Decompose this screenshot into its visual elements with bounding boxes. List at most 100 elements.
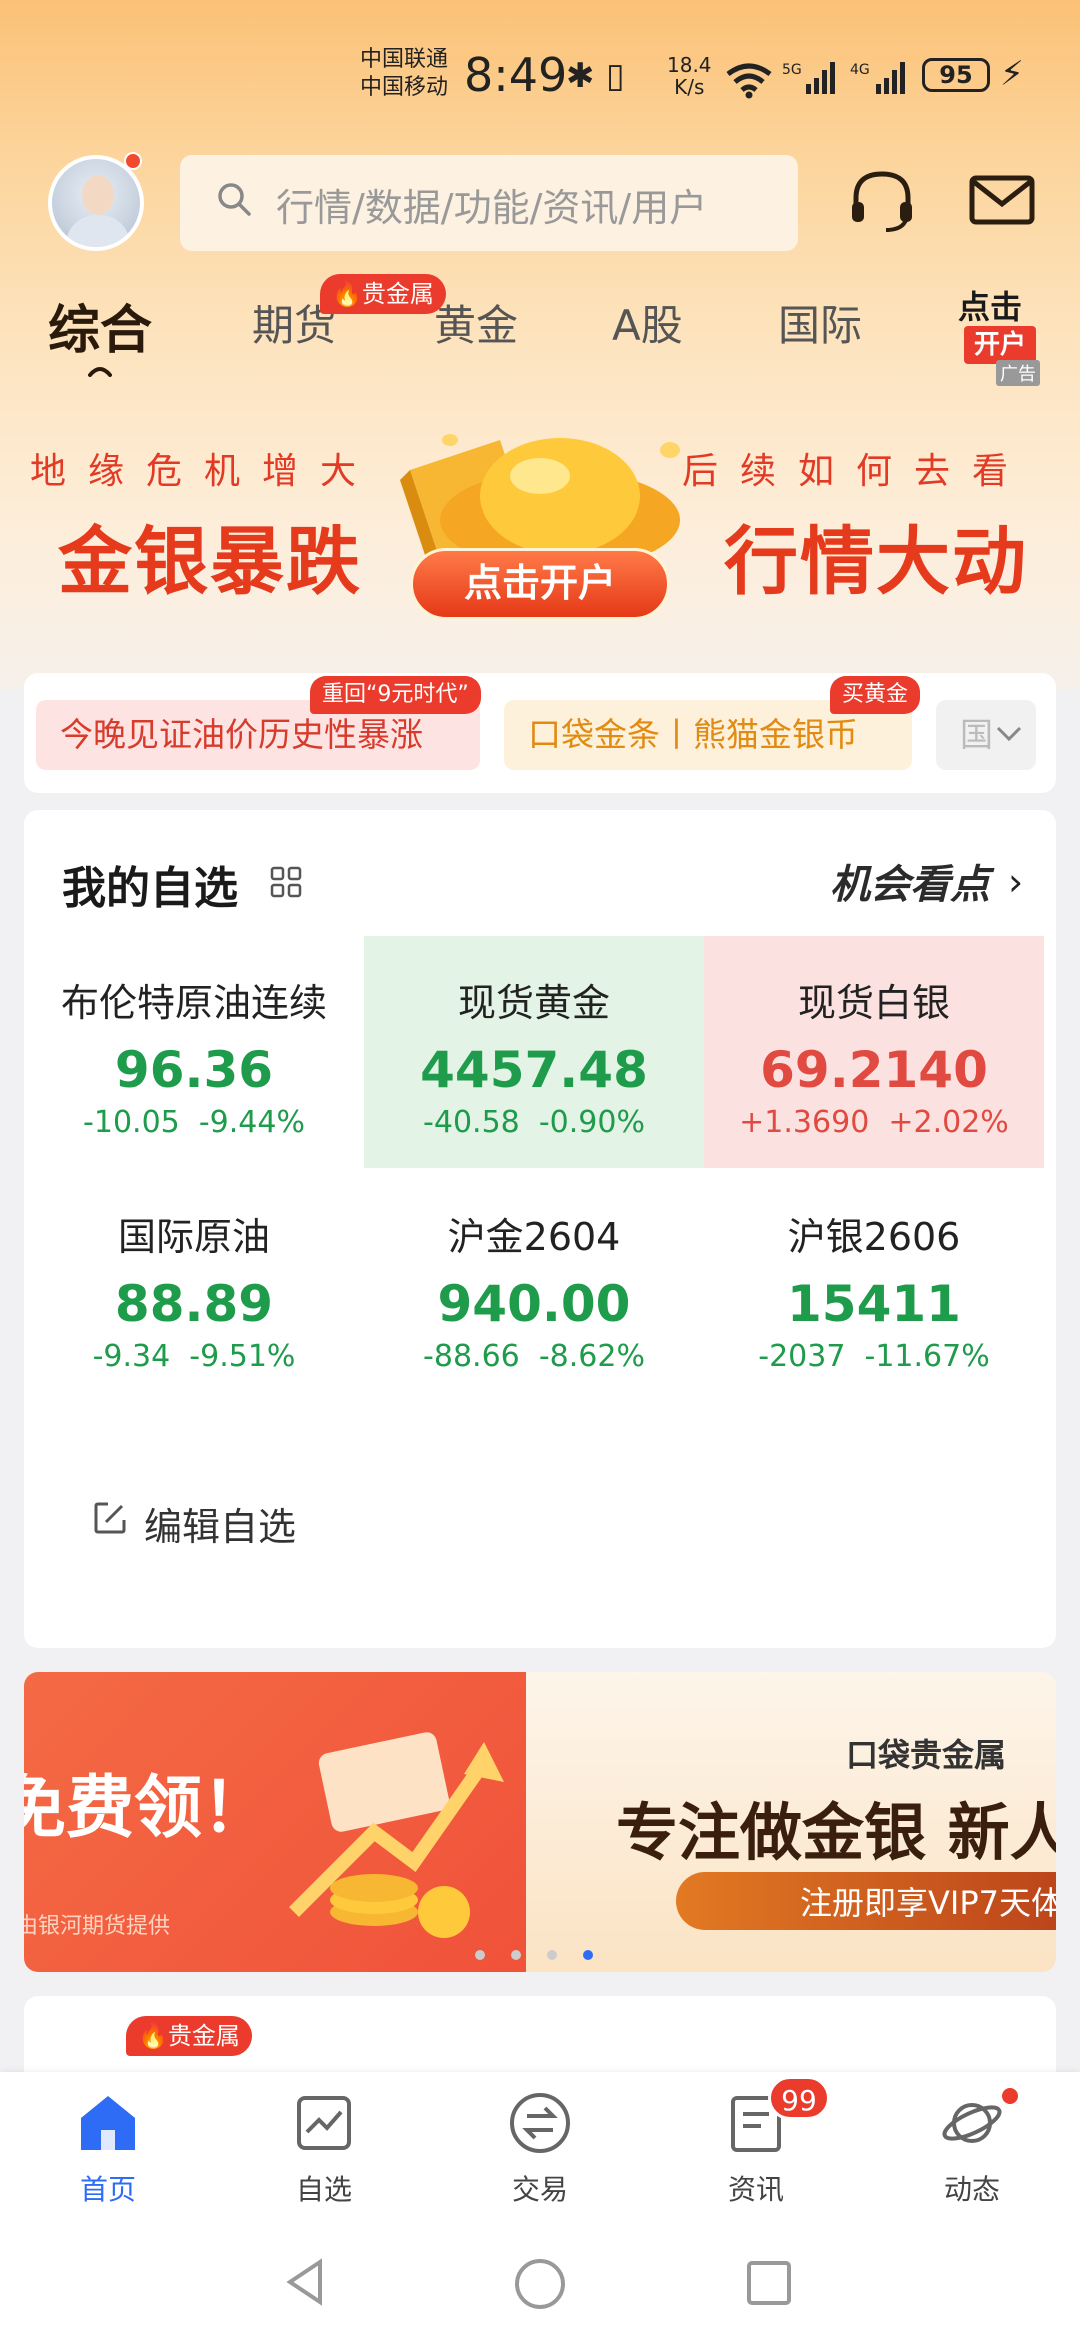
grid-view-icon[interactable]	[270, 866, 302, 898]
nav-trade[interactable]: 交易	[470, 2088, 610, 2208]
quote-change-abs: -10.05	[83, 1105, 180, 1140]
carrier-labels: 中国联通 中国移动	[360, 46, 448, 102]
quote-price: 940.00	[437, 1275, 631, 1333]
quote-change: -9.34 -9.51%	[24, 1339, 364, 1374]
quote-change-abs: +1.3690	[739, 1105, 870, 1140]
charging-icon: ⚡	[1000, 54, 1024, 94]
tab-futures-badge-text: 贵金属	[361, 280, 434, 308]
banner-left-main: 金银暴跌	[58, 519, 362, 605]
quote-change-abs: -40.58	[423, 1105, 520, 1140]
quote-sh-gold[interactable]: 沪金2604 940.00 -88.66 -8.62%	[364, 1170, 704, 1402]
promo-badge-gold: 买黄金	[830, 676, 921, 714]
recent-apps-icon[interactable]	[744, 2258, 794, 2308]
search-bar[interactable]: 行情/数据/功能/资讯/用户	[180, 155, 798, 251]
back-icon[interactable]	[282, 2256, 326, 2308]
avatar-head	[82, 175, 114, 215]
ad-right-headline: 专注做金银 新人	[616, 1796, 1056, 1869]
home-circle-icon[interactable]	[512, 2256, 568, 2312]
chevron-right-icon[interactable]: ›	[1008, 860, 1023, 904]
nav-home[interactable]: 首页	[38, 2088, 178, 2208]
ad-left-headline: 免费领！	[24, 1769, 271, 1848]
feed-notification-dot	[1000, 2086, 1020, 2106]
ad-right-brand: 口袋贵金属	[846, 1736, 1007, 1774]
exchange-icon	[510, 2093, 570, 2153]
headset-icon[interactable]	[842, 160, 922, 240]
quote-spot-gold[interactable]: 现货黄金 4457.48 -40.58 -0.90%	[364, 936, 704, 1168]
promo-chip-more-text: 国	[960, 715, 993, 754]
tab-gold[interactable]: 黄金	[434, 292, 518, 353]
quote-change: -2037 -11.67%	[704, 1339, 1044, 1374]
chevron-down-icon[interactable]	[994, 722, 1024, 746]
ad-right-cta-text: 注册即享VIP7天体	[800, 1884, 1056, 1922]
quote-brent[interactable]: 布伦特原油连续 96.36 -10.05 -9.44%	[24, 936, 364, 1168]
vibrate-icon: ▯	[606, 56, 625, 96]
quote-change-pct: -11.67%	[864, 1339, 990, 1374]
ad-tag: 广告	[996, 360, 1040, 386]
quote-change: -88.66 -8.62%	[364, 1339, 704, 1374]
signal-5g-icon: 5G	[782, 62, 835, 94]
home-icon	[81, 2096, 135, 2150]
svg-text:4G: 4G	[850, 62, 870, 78]
quote-change: +1.3690 +2.02%	[704, 1105, 1044, 1140]
quote-name: 沪银2606	[787, 1215, 961, 1259]
quote-price: 15411	[787, 1275, 961, 1333]
nav-watchlist[interactable]: 自选	[254, 2088, 394, 2208]
carousel-dots	[475, 1945, 619, 1964]
net-speed-value: 18.4	[667, 53, 712, 77]
banner-right-sub: 后续如何去看	[682, 451, 1031, 492]
opportunity-link[interactable]: 机会看点	[830, 852, 990, 910]
search-placeholder: 行情/数据/功能/资讯/用户	[276, 186, 708, 230]
planet-icon	[942, 2103, 1002, 2143]
watchlist-title: 我的自选	[62, 863, 238, 914]
quote-intl-crude[interactable]: 国际原油 88.89 -9.34 -9.51%	[24, 1170, 364, 1402]
promo-badge-oil: 重回“9元时代”	[310, 676, 481, 714]
status-bar: 中国联通 中国移动 8:49 ✱ ▯ 18.4 K/s 5G 4G 95 ⚡	[0, 40, 1080, 120]
quote-price: 69.2140	[760, 1041, 988, 1099]
tab-international[interactable]: 国际	[778, 292, 862, 353]
nav-label: 动态	[943, 2173, 1000, 2206]
quote-change-pct: -8.62%	[538, 1339, 645, 1374]
banner-right-main: 行情大动	[724, 519, 1028, 605]
shortcut-badge-text: 贵金属	[167, 2022, 240, 2050]
banner-left-sub: 地缘危机增大	[30, 451, 379, 492]
net-speed: 18.4 K/s	[667, 54, 712, 98]
carousel-dot-active	[583, 1950, 593, 1960]
shortcut-badge: 🔥贵金属	[126, 2016, 252, 2056]
quote-name: 国际原油	[117, 1215, 270, 1259]
quote-change-pct: -0.90%	[538, 1105, 645, 1140]
nav-label: 自选	[295, 2173, 352, 2206]
quote-name: 沪金2604	[447, 1215, 621, 1259]
tab-a-shares[interactable]: A股	[612, 292, 683, 353]
quote-spot-silver[interactable]: 现货白银 69.2140 +1.3690 +2.02%	[704, 936, 1044, 1168]
avatar-body	[66, 215, 130, 247]
ad-carousel[interactable]: 免费领！ 由银河期货提供 口袋贵金属 专注做金银 新人 注册即享VIP7天体	[24, 1672, 1056, 1972]
ad-left-footnote: 由银河期货提供	[24, 1914, 171, 1939]
quote-change: -40.58 -0.90%	[364, 1105, 704, 1140]
ad-open-line2: 开户	[964, 326, 1036, 364]
quote-change-abs: -2037	[758, 1339, 846, 1374]
quote-name: 现货白银	[797, 981, 950, 1025]
open-account-ad[interactable]: 点击 开户 广告	[950, 282, 1050, 386]
system-navigation-bar	[0, 2212, 1080, 2340]
search-icon	[218, 183, 251, 216]
mail-icon[interactable]	[962, 160, 1042, 240]
carousel-dot	[547, 1950, 557, 1960]
quote-change-abs: -9.34	[92, 1339, 171, 1374]
watchlist-icon	[297, 2096, 351, 2150]
bluetooth-icon: ✱	[566, 56, 595, 96]
quote-price: 88.89	[114, 1275, 274, 1333]
carrier-1: 中国联通	[360, 47, 449, 72]
nav-feed[interactable]: 动态	[902, 2088, 1042, 2208]
nav-label: 交易	[511, 2173, 568, 2206]
banner-open-account-button[interactable]: 点击开户	[410, 548, 670, 620]
tab-comprehensive[interactable]: 综合	[48, 288, 152, 363]
quote-change-abs: -88.66	[423, 1339, 520, 1374]
carousel-dot	[475, 1950, 485, 1960]
quote-sh-silver[interactable]: 沪银2606 15411 -2037 -11.67%	[704, 1170, 1044, 1402]
wifi-icon	[726, 63, 772, 99]
edit-icon[interactable]	[92, 1500, 128, 1536]
quote-change-pct: -9.44%	[198, 1105, 305, 1140]
edit-watchlist-button[interactable]: 编辑自选	[144, 1496, 296, 1551]
quote-change-pct: +2.02%	[888, 1105, 1009, 1140]
clock: 8:49	[464, 48, 568, 102]
